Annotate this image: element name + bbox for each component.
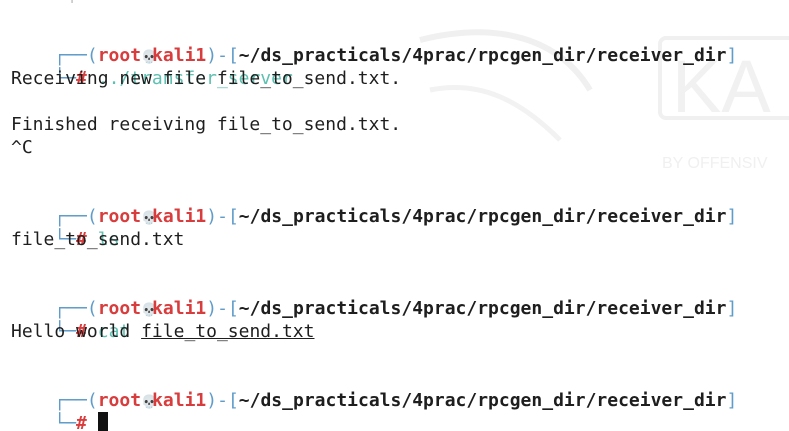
output-line: Hello world bbox=[11, 321, 131, 342]
cut-off-line: filespath bbox=[28, 0, 104, 4]
terminal-window[interactable]: KA BY OFFENSIV filespath ┌──(root💀kali1)… bbox=[0, 0, 789, 431]
prompt-line-2: ┌──(root💀kali1)-[~/ds_practicals/4prac/r… bbox=[11, 182, 737, 227]
output-line: ^C bbox=[11, 137, 33, 158]
command-line-current[interactable]: └─# bbox=[11, 389, 108, 431]
prompt-frame-bottom: └─ bbox=[54, 413, 77, 431]
prompt-line-current: ┌──(root💀kali1)-[~/ds_practicals/4prac/r… bbox=[11, 366, 737, 411]
output-line: file_to_send.txt bbox=[11, 229, 185, 250]
prompt-path: ~/ds_practicals/4prac/rpcgen_dir/receive… bbox=[238, 45, 727, 66]
output-line: Finished receiving file_to_send.txt. bbox=[11, 114, 402, 135]
skull-icon: 💀 bbox=[141, 395, 158, 410]
skull-icon: 💀 bbox=[141, 211, 158, 226]
command-argument: file_to_send.txt bbox=[141, 321, 315, 342]
prompt-line-1: ┌──(root💀kali1)-[~/ds_practicals/4prac/r… bbox=[11, 21, 737, 66]
prompt-host: kali1 bbox=[152, 390, 207, 411]
svg-text:BY OFFENSIV: BY OFFENSIV bbox=[662, 155, 768, 172]
command-line-1: └─# ../transfer_server bbox=[11, 44, 292, 89]
prompt-hash: # bbox=[76, 413, 87, 431]
prompt-path: ~/ds_practicals/4prac/rpcgen_dir/receive… bbox=[238, 390, 727, 411]
text-cursor[interactable] bbox=[97, 412, 108, 431]
prompt-host: kali1 bbox=[152, 206, 207, 227]
prompt-path: ~/ds_practicals/4prac/rpcgen_dir/receive… bbox=[238, 206, 727, 227]
command-line-3: └─# cat file_to_send.txt bbox=[11, 297, 314, 342]
prompt-line-3: ┌──(root💀kali1)-[~/ds_practicals/4prac/r… bbox=[11, 274, 737, 319]
output-line: Receiving new file file_to_send.txt. bbox=[11, 68, 402, 89]
command-line-2: └─# ls bbox=[11, 205, 119, 250]
